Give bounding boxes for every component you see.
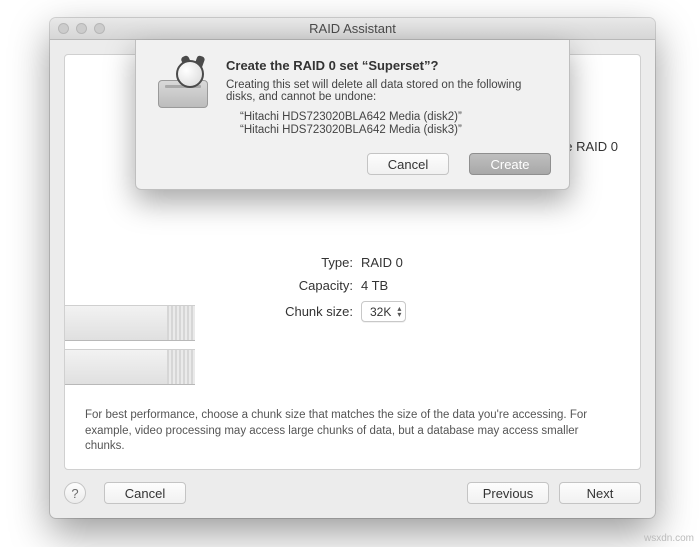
confirm-create-sheet: Create the RAID 0 set “Superset”? Creati… <box>135 40 570 190</box>
minimize-window-icon[interactable] <box>76 23 87 34</box>
cancel-button[interactable]: Cancel <box>104 482 186 504</box>
sheet-title: Create the RAID 0 set “Superset”? <box>226 58 551 73</box>
titlebar[interactable]: RAID Assistant <box>50 18 655 40</box>
zoom-window-icon[interactable] <box>94 23 105 34</box>
type-value: RAID 0 <box>361 255 403 270</box>
drive-slab-icon <box>65 349 195 385</box>
disk-utility-icon <box>154 58 214 137</box>
window-title: RAID Assistant <box>50 21 655 36</box>
property-row-chunk: Chunk size: 32K ▴▾ <box>265 301 406 322</box>
sheet-body: Create the RAID 0 set “Superset”? Creati… <box>154 58 551 137</box>
sheet-message: Creating this set will delete all data s… <box>226 79 551 103</box>
sheet-text: Create the RAID 0 set “Superset”? Creati… <box>226 58 551 137</box>
type-label: Type: <box>265 255 353 270</box>
sheet-actions: Cancel Create <box>154 153 551 175</box>
sheet-disk-list: “Hitachi HDS723020BLA642 Media (disk2)” … <box>226 111 551 136</box>
set-properties: Type: RAID 0 Capacity: 4 TB Chunk size: … <box>265 255 406 330</box>
performance-hint: For best performance, choose a chunk siz… <box>85 408 620 455</box>
drive-illustration <box>65 305 195 393</box>
raid-assistant-window: RAID Assistant e RAID 0 Type: RAID 0 Cap… <box>50 18 655 518</box>
panel-head-fragment: e RAID 0 <box>565 139 618 154</box>
watermark: wsxdn.com <box>644 533 694 544</box>
help-button[interactable]: ? <box>64 482 86 504</box>
chunk-size-select[interactable]: 32K ▴▾ <box>361 301 406 322</box>
sheet-disk-item: “Hitachi HDS723020BLA642 Media (disk3)” <box>240 124 551 136</box>
close-window-icon[interactable] <box>58 23 69 34</box>
capacity-value: 4 TB <box>361 278 388 293</box>
stepper-icon: ▴▾ <box>397 306 401 318</box>
chunk-size-value: 32K <box>370 305 391 319</box>
property-row-type: Type: RAID 0 <box>265 255 406 270</box>
sheet-disk-item: “Hitachi HDS723020BLA642 Media (disk2)” <box>240 111 551 123</box>
next-button[interactable]: Next <box>559 482 641 504</box>
chunk-size-label: Chunk size: <box>265 304 353 319</box>
previous-button[interactable]: Previous <box>467 482 549 504</box>
sheet-create-button[interactable]: Create <box>469 153 551 175</box>
capacity-label: Capacity: <box>265 278 353 293</box>
drive-slab-icon <box>65 305 195 341</box>
bottom-toolbar: ? Cancel Previous Next <box>64 482 641 504</box>
sheet-cancel-button[interactable]: Cancel <box>367 153 449 175</box>
window-controls <box>58 23 105 34</box>
property-row-capacity: Capacity: 4 TB <box>265 278 406 293</box>
